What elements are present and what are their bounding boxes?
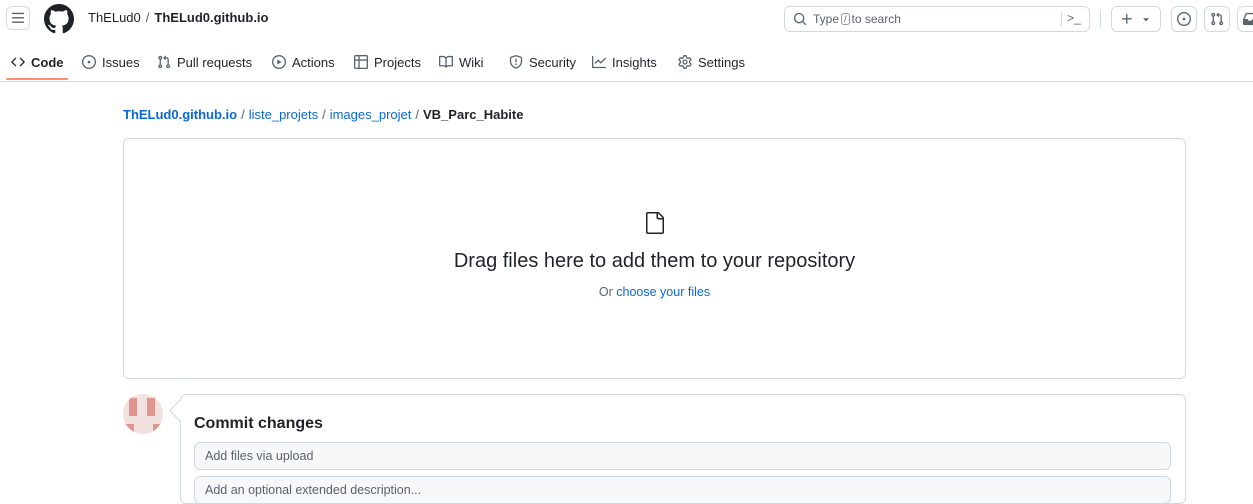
- tab-actions-label: Actions: [292, 54, 335, 70]
- tab-security-label: Security: [529, 54, 576, 70]
- inbox-icon: [1243, 12, 1253, 26]
- book-icon: [439, 55, 453, 69]
- tab-code-label: Code: [31, 54, 64, 70]
- tab-pull-requests-label: Pull requests: [177, 54, 253, 70]
- owner-link[interactable]: ThELud0: [88, 10, 141, 25]
- pull-requests-shortcut-button[interactable]: [1204, 6, 1230, 32]
- menu-button[interactable]: [6, 6, 30, 30]
- breadcrumb-folder-link[interactable]: liste_projets: [249, 107, 318, 122]
- tab-projects-label: Projects: [374, 54, 421, 70]
- tab-actions[interactable]: Actions: [272, 44, 335, 80]
- dropzone-prefix: Or: [598, 285, 613, 299]
- code-icon: [11, 55, 25, 69]
- file-dropzone[interactable]: Drag files here to add them to your repo…: [123, 138, 1186, 379]
- issues-shortcut-button[interactable]: [1171, 6, 1197, 32]
- plus-icon: [1121, 13, 1132, 24]
- table-icon: [354, 55, 368, 69]
- dropzone-title: Drag files here to add them to your repo…: [453, 250, 856, 272]
- tab-wiki[interactable]: Wiki: [439, 44, 484, 80]
- search-icon: [793, 12, 807, 26]
- github-logo-icon: [44, 4, 74, 34]
- tab-wiki-label: Wiki: [459, 54, 484, 70]
- command-palette-icon[interactable]: >_: [1067, 11, 1081, 25]
- breadcrumb-separator: /: [322, 107, 326, 122]
- commit-description-input[interactable]: [194, 476, 1171, 504]
- selected-tab-indicator: [6, 78, 68, 80]
- triangle-down-icon: [1143, 18, 1149, 22]
- search-placeholder-suffix: to search: [851, 12, 901, 26]
- global-header: ThELud0 / ThELud0.github.io Type / to sear…: [0, 0, 1253, 38]
- tab-security[interactable]: Security: [509, 44, 576, 80]
- menu-icon: [11, 12, 25, 23]
- breadcrumb-current-folder: VB_Parc_Habite: [423, 107, 524, 122]
- dropzone-subtitle: Or choose your files: [124, 285, 1185, 299]
- path-separator: /: [145, 10, 150, 25]
- commit-summary-input[interactable]: [194, 442, 1171, 470]
- inbox-button[interactable]: [1237, 6, 1253, 32]
- graph-icon: [592, 55, 606, 69]
- breadcrumb: ThELud0.github.io / liste_projets / images_p…: [123, 107, 523, 122]
- commit-title: Commit changes: [194, 415, 323, 432]
- issue-opened-icon: [1177, 12, 1191, 26]
- choose-files-link[interactable]: choose your files: [616, 285, 710, 299]
- tab-insights[interactable]: Insights: [592, 44, 657, 80]
- avatar[interactable]: [123, 394, 163, 434]
- search-placeholder-prefix: Type: [813, 12, 840, 26]
- breadcrumb-separator: /: [415, 107, 419, 122]
- tab-issues-label: Issues: [102, 54, 140, 70]
- identicon-icon: [123, 394, 163, 434]
- git-pull-request-icon: [1211, 12, 1224, 26]
- breadcrumb-repo-link[interactable]: ThELud0.github.io: [123, 107, 237, 122]
- search-shortcut-key: /: [841, 13, 850, 25]
- search-input[interactable]: Type / to search >_: [784, 6, 1090, 32]
- file-icon: [646, 212, 664, 234]
- repo-name-link[interactable]: ThELud0.github.io: [154, 10, 268, 25]
- issue-opened-icon: [82, 55, 96, 69]
- create-new-button[interactable]: [1111, 6, 1161, 32]
- tab-code[interactable]: Code: [11, 44, 64, 80]
- tab-issues[interactable]: Issues: [82, 44, 140, 80]
- tab-settings-label: Settings: [698, 54, 745, 70]
- play-icon: [272, 55, 286, 69]
- breadcrumb-folder-link[interactable]: images_projet: [330, 107, 412, 122]
- tab-pull-requests[interactable]: Pull requests: [157, 44, 252, 80]
- repo-nav: Code Issues Pull requests Actions Projec…: [0, 44, 1253, 82]
- tab-insights-label: Insights: [612, 54, 657, 70]
- tab-settings[interactable]: Settings: [678, 44, 745, 80]
- header-divider: [1100, 11, 1101, 27]
- commit-form: Commit changes: [180, 394, 1186, 504]
- shield-icon: [509, 55, 523, 69]
- breadcrumb-separator: /: [241, 107, 245, 122]
- tab-projects[interactable]: Projects: [354, 44, 421, 80]
- github-logo-link[interactable]: [44, 4, 74, 34]
- repo-path: ThELud0 / ThELud0.github.io: [88, 10, 268, 25]
- git-pull-request-icon: [157, 55, 171, 69]
- gear-icon: [678, 55, 692, 69]
- search-divider: [1061, 12, 1062, 26]
